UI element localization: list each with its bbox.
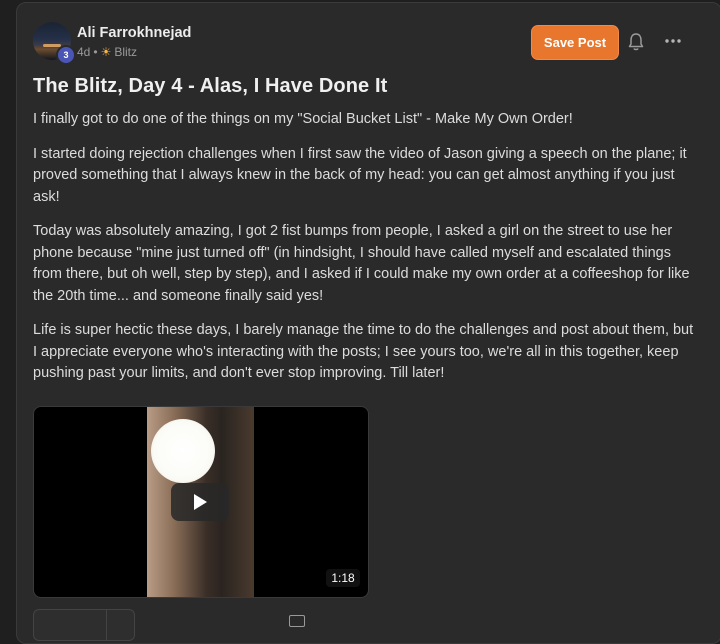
sun-icon: ☀	[100, 45, 112, 59]
post-paragraph: Life is super hectic these days, I barel…	[33, 322, 694, 381]
save-post-button[interactable]: Save Post	[531, 25, 619, 60]
community-link[interactable]: Blitz	[114, 45, 137, 59]
author-name[interactable]: Ali Farrokhnejad	[77, 25, 191, 41]
post-meta: 4d • ☀ Blitz	[77, 45, 137, 59]
reaction-bar[interactable]	[33, 609, 135, 641]
video-duration: 1:18	[326, 569, 360, 587]
play-icon	[194, 494, 207, 510]
post-title: The Blitz, Day 4 - Alas, I Have Done It	[33, 75, 388, 97]
post-card: 3 Ali Farrokhnejad 4d • ☀ Blitz Save Pos…	[16, 2, 720, 644]
level-badge: 3	[56, 45, 76, 65]
video-player[interactable]: 1:18	[33, 406, 369, 598]
post-paragraph: I started doing rejection challenges whe…	[33, 145, 687, 205]
post-paragraph: Today was absolutely amazing, I got 2 fi…	[33, 223, 690, 304]
post-paragraph: I finally got to do one of the things on…	[33, 111, 573, 127]
bell-icon[interactable]	[627, 32, 645, 52]
video-light	[151, 419, 215, 483]
post-body: I finally got to do one of the things on…	[33, 109, 697, 398]
comment-icon[interactable]	[289, 615, 305, 627]
meta-separator: •	[93, 45, 98, 59]
post-header: 3 Ali Farrokhnejad 4d • ☀ Blitz Save Pos…	[17, 3, 720, 83]
post-age: 4d	[77, 45, 91, 59]
play-button[interactable]	[171, 483, 229, 521]
more-icon[interactable]	[663, 33, 683, 49]
